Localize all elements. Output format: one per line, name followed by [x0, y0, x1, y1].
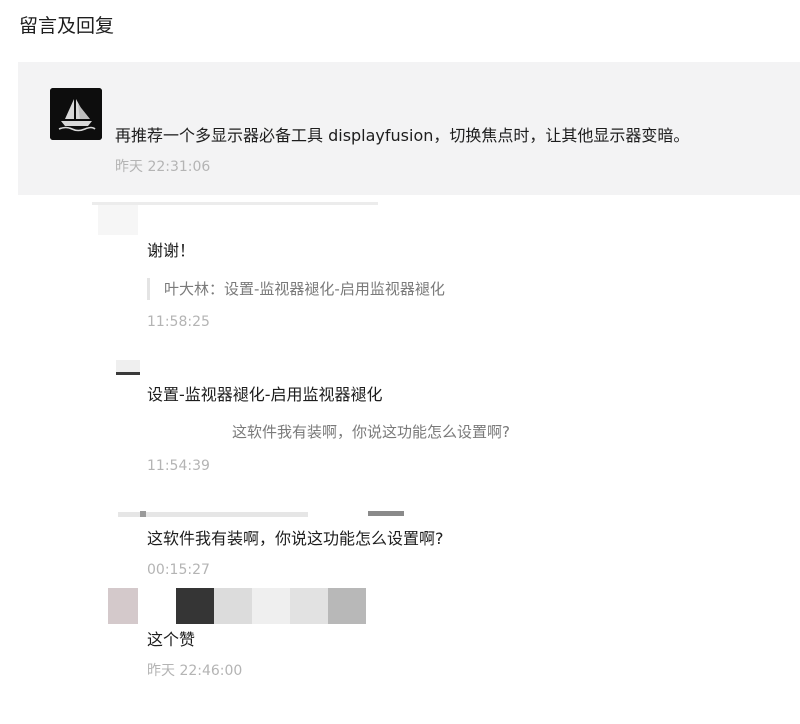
redacted-name-bar [368, 511, 404, 516]
redacted-name-pixel [214, 588, 252, 624]
redacted-avatar-edge [116, 372, 140, 375]
comment-text: 再推荐一个多显示器必备工具 displayfusion，切换焦点时，让其他显示器… [115, 126, 690, 145]
reply-time: 11:58:25 [147, 314, 210, 330]
reply-time: 11:54:39 [147, 458, 210, 474]
reply-time: 昨天 22:46:00 [147, 663, 243, 679]
redacted-name-bar [140, 511, 146, 517]
reply-text: 这个赞 [147, 630, 196, 649]
reply-time: 00:15:27 [147, 562, 210, 578]
redacted-name-pixel [252, 588, 290, 624]
redacted-name-bar [92, 202, 378, 205]
redacted-name-pixel [176, 588, 214, 624]
reply-quote: 叶大林：设置-监视器褪化-启用监视器褪化 [147, 278, 445, 300]
sailboat-logo-icon[interactable] [50, 88, 102, 140]
redacted-avatar [108, 588, 138, 624]
reply-quote: 这软件我有装啊，你说这功能怎么设置啊? [232, 423, 510, 441]
reply-text: 这软件我有装啊，你说这功能怎么设置啊? [147, 529, 444, 548]
section-title: 留言及回复 [19, 15, 115, 37]
main-comment: 再推荐一个多显示器必备工具 displayfusion，切换焦点时，让其他显示器… [18, 62, 800, 195]
redacted-name-pixel [290, 588, 328, 624]
redacted-name-bar [118, 512, 308, 517]
redacted-name-pixel [328, 588, 366, 624]
redacted-avatar [98, 202, 138, 235]
comment-time: 昨天 22:31:06 [115, 159, 211, 175]
reply-text: 谢谢！ [147, 241, 196, 260]
reply-text: 设置-监视器褪化-启用监视器褪化 [147, 385, 383, 404]
